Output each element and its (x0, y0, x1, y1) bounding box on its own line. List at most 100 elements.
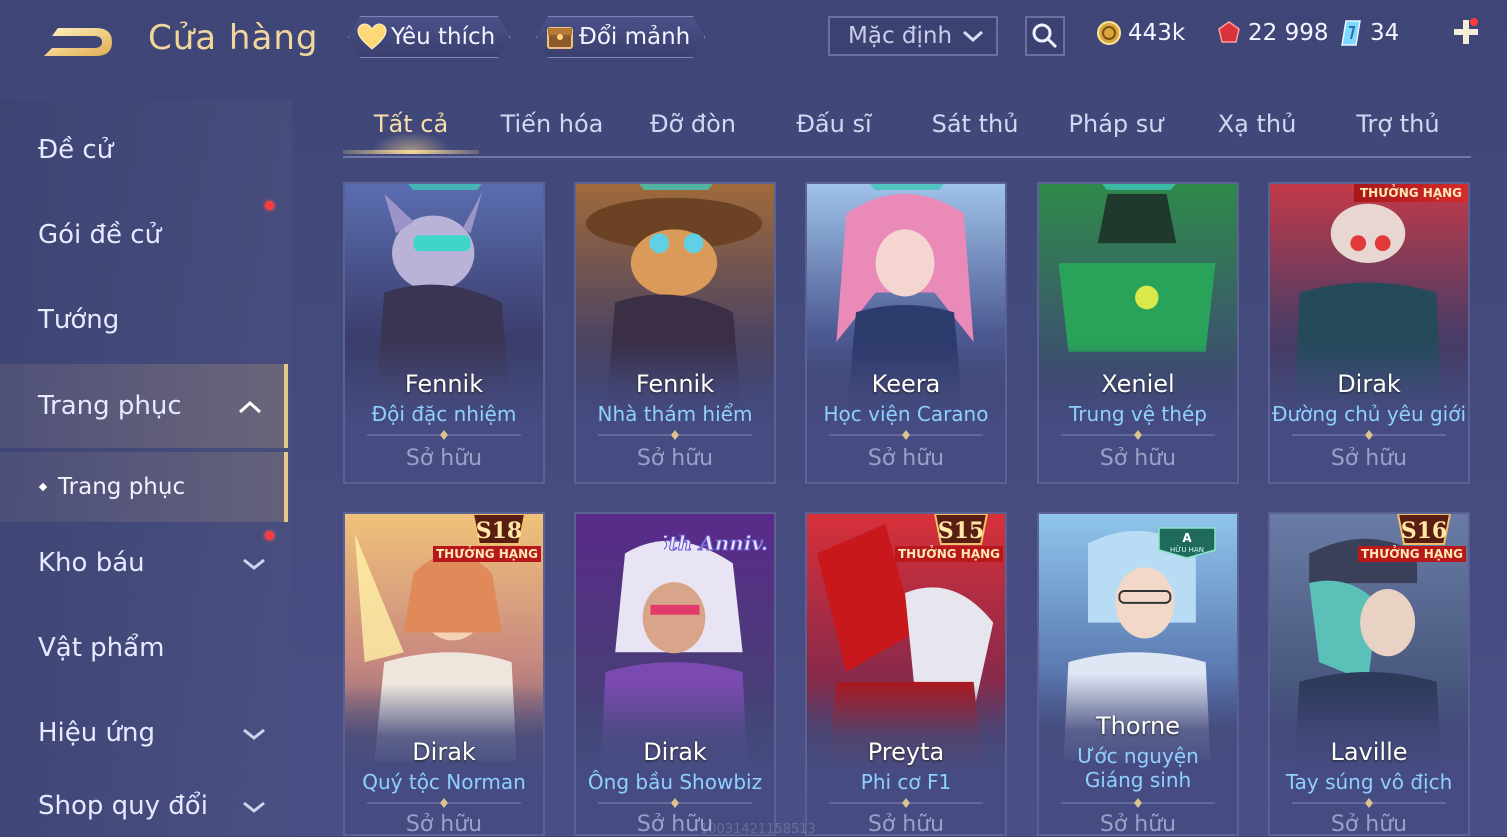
back-button[interactable] (38, 22, 116, 62)
watermark-id: 10031421158513 (700, 822, 816, 837)
skin-card[interactable]: Xeniel Trung vệ thép Sở hữu (1037, 182, 1239, 484)
search-button[interactable] (1025, 16, 1065, 56)
tab-assassin[interactable]: Sát thủ (907, 110, 1043, 138)
sidebar: Đề cử Gói đề cử Tướng Trang phục Trang p… (0, 100, 292, 836)
season-label: S15 (938, 518, 985, 544)
sidebar-item-heroes[interactable]: Tướng (0, 280, 288, 360)
sidebar-item-treasure[interactable]: Kho báu (0, 523, 288, 603)
limited-tier-badge: A HỮU HẠN (1157, 524, 1217, 564)
anniversary-badge: 5th Anniv. (654, 518, 774, 562)
skin-card[interactable]: THƯỞNG HẠNG Dirak Đường chủ yêu giới Sở … (1268, 182, 1470, 484)
season-s16-badge: S16 THƯỞNG HẠNG (1354, 514, 1468, 572)
back-arrow-icon (44, 28, 112, 56)
sidebar-item-skins[interactable]: Trang phục (0, 364, 288, 448)
skin-name: Trung vệ thép (1069, 402, 1207, 426)
card-divider (367, 798, 521, 808)
tab-evolution[interactable]: Tiến hóa (484, 110, 620, 138)
sidebar-item-items[interactable]: Vật phẩm (0, 608, 288, 688)
chevron-down-icon (243, 801, 265, 813)
ownership-status: Sở hữu (867, 812, 945, 836)
sidebar-subitem-skins[interactable]: Trang phục (0, 452, 288, 522)
page-title: Cửa hàng (148, 18, 319, 58)
card-divider (598, 430, 752, 440)
hero-name: Laville (1330, 738, 1408, 766)
sidebar-item-bundles[interactable]: Gói đề cử (0, 195, 288, 275)
favorites-label: Yêu thích (391, 24, 496, 50)
skin-card[interactable]: S18 THƯỞNG HẠNG Dirak Quý tộc Norman Sở … (343, 512, 545, 836)
hero-name: Fennik (404, 370, 484, 398)
ruby-currency: 22 998 (1216, 18, 1328, 48)
skin-name: Ước nguyện Giáng sinh (1077, 744, 1199, 792)
card-divider (829, 430, 983, 440)
ownership-status: Sở hữu (1330, 446, 1408, 471)
ranked-reward-badge: THƯỞNG HẠNG (1353, 184, 1468, 202)
sidebar-item-label: Tướng (38, 305, 120, 335)
gold-coin-icon (1097, 21, 1121, 45)
hero-name: Keera (871, 370, 941, 398)
card-divider (829, 798, 983, 808)
sidebar-item-recommended[interactable]: Đề cử (0, 110, 288, 190)
tab-fighter[interactable]: Đấu sĩ (766, 110, 902, 138)
hero-name: Dirak (412, 738, 476, 766)
add-currency-button[interactable] (1450, 16, 1482, 48)
skin-card[interactable]: S16 THƯỞNG HẠNG Laville Tay súng vô địch… (1268, 512, 1470, 836)
sidebar-item-label: Vật phẩm (38, 633, 165, 663)
favorites-button[interactable]: Yêu thích (348, 16, 510, 58)
limited-label: HỮU HẠN (1170, 545, 1204, 554)
hero-name: Thorne (1096, 712, 1180, 740)
card-top-accent (867, 184, 947, 190)
card-divider (367, 430, 521, 440)
hero-name: Fennik (635, 370, 715, 398)
sidebar-item-label: Đề cử (38, 135, 114, 165)
sort-dropdown[interactable]: Mặc định (828, 16, 998, 56)
tab-active-indicator (343, 150, 479, 154)
chevron-up-icon (238, 400, 262, 414)
notification-dot (265, 201, 274, 210)
voucher-currency: 34 (1338, 18, 1399, 48)
skin-name: Nhà thám hiểm (597, 402, 753, 426)
skin-card[interactable]: S15 THƯỞNG HẠNG Preyta Phi cơ F1 Sở hữu (805, 512, 1007, 836)
skin-name: Phi cơ F1 (860, 770, 952, 794)
tab-support[interactable]: Trợ thủ (1330, 110, 1466, 138)
ranked-reward-label: THƯỞNG HẠNG (898, 545, 1000, 561)
card-top-accent (405, 184, 485, 190)
skin-name: Ông bầu Showbiz (587, 770, 763, 794)
card-divider (1061, 798, 1215, 808)
chevron-down-icon (963, 30, 983, 43)
search-icon (1032, 23, 1058, 49)
anniversary-label: 5th Anniv. (664, 531, 768, 555)
season-label: S18 (476, 518, 523, 544)
skin-card[interactable]: A HỮU HẠN Thorne Ước nguyện Giáng sinh S… (1037, 512, 1239, 836)
sidebar-item-effects[interactable]: Hiệu ứng (0, 693, 288, 773)
skin-name: Quý tộc Norman (362, 770, 526, 794)
tab-tank[interactable]: Đỡ đòn (625, 110, 761, 138)
tab-active-glow (371, 132, 451, 152)
skin-card[interactable]: Keera Học viện Carano Sở hữu (805, 182, 1007, 484)
ranked-reward-label: THƯỞNG HẠNG (1361, 545, 1463, 561)
card-top-accent (1099, 184, 1179, 190)
chevron-down-icon (243, 728, 265, 740)
ownership-status: Sở hữu (405, 446, 483, 471)
gold-currency: 443k (1096, 18, 1185, 48)
ownership-status: Sở hữu (636, 446, 714, 471)
exchange-shards-button[interactable]: Đổi mảnh (536, 16, 705, 58)
tab-marksman[interactable]: Xạ thủ (1189, 110, 1325, 138)
sort-value: Mặc định (848, 23, 953, 49)
voucher-crystal-icon (1341, 20, 1361, 46)
skin-card[interactable]: Fennik Đội đặc nhiệm Sở hữu (343, 182, 545, 484)
season-s15-badge: S15 THƯỞNG HẠNG (891, 514, 1005, 572)
category-tabs: Tất cả Tiến hóa Đỡ đòn Đấu sĩ Sát thủ Ph… (343, 100, 1471, 158)
skin-card[interactable]: Fennik Nhà thám hiểm Sở hữu (574, 182, 776, 484)
gold-amount: 443k (1128, 20, 1186, 46)
chevron-down-icon (243, 558, 265, 570)
card-divider (1061, 430, 1215, 440)
exchange-shards-label: Đổi mảnh (579, 24, 691, 50)
ownership-status: Sở hữu (1330, 812, 1408, 836)
skin-card[interactable]: 5th Anniv. Dirak Ông bầu Showbiz Sở hữu (574, 512, 776, 836)
sidebar-item-exchange-shop[interactable]: Shop quy đổi (0, 778, 288, 834)
sidebar-item-label: Kho báu (38, 548, 145, 578)
sidebar-item-label: Gói đề cử (38, 220, 162, 250)
ownership-status: Sở hữu (405, 812, 483, 836)
tab-mage[interactable]: Pháp sư (1048, 110, 1184, 138)
ownership-status: Sở hữu (1099, 812, 1177, 836)
